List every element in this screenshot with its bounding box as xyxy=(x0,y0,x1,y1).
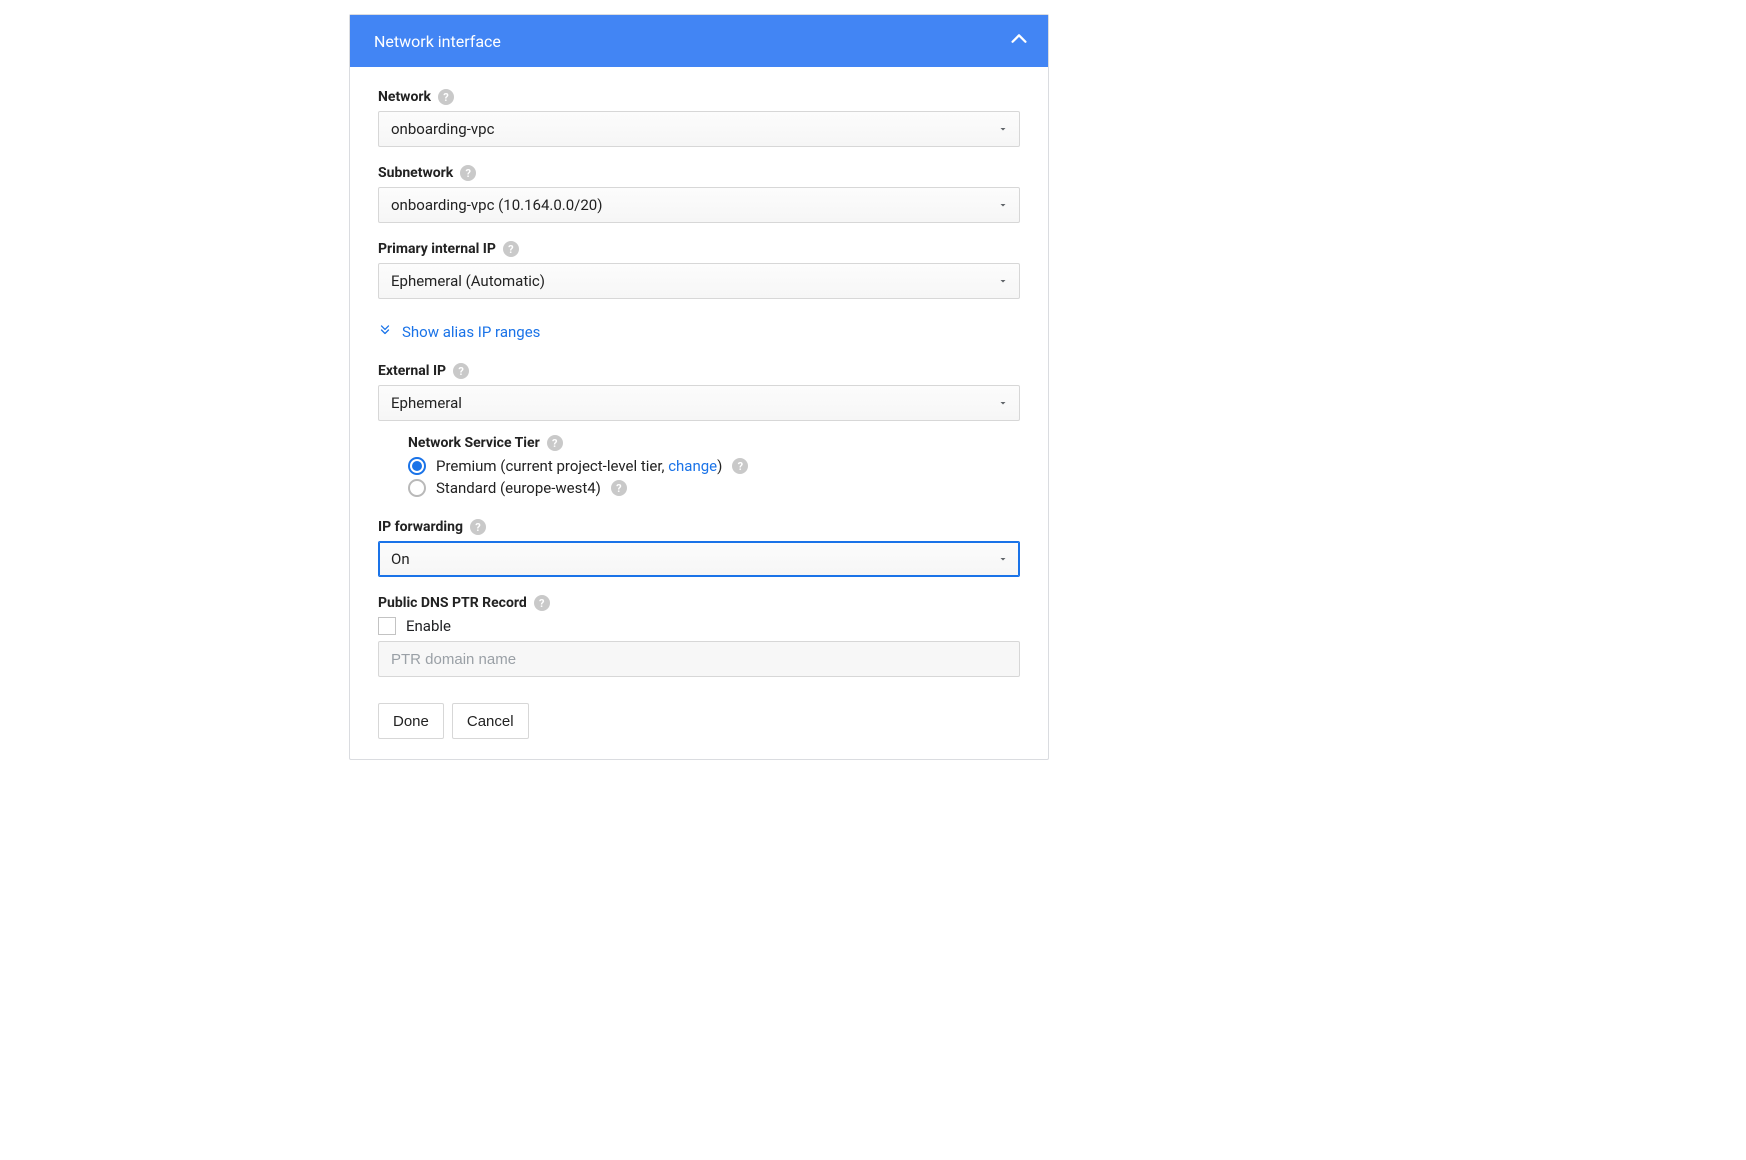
caret-down-icon xyxy=(997,553,1009,565)
show-alias-ip-ranges-label: Show alias IP ranges xyxy=(402,323,540,341)
show-alias-ip-ranges-link[interactable]: Show alias IP ranges xyxy=(378,323,540,341)
radio-checked-icon[interactable] xyxy=(408,457,426,475)
subnetwork-select-value: onboarding-vpc (10.164.0.0/20) xyxy=(391,196,602,214)
ptr-enable-label: Enable xyxy=(406,617,451,635)
ip-forwarding-field: IP forwarding ? On xyxy=(378,519,1020,577)
tier-standard-label: Standard (europe-west4) xyxy=(436,479,601,497)
help-icon[interactable]: ? xyxy=(732,458,748,474)
network-interface-panel: Network interface Network ? onboarding-v… xyxy=(349,14,1049,760)
ptr-record-field: Public DNS PTR Record ? Enable xyxy=(378,595,1020,677)
network-select-value: onboarding-vpc xyxy=(391,120,494,138)
ip-forwarding-value: On xyxy=(391,550,410,568)
caret-down-icon xyxy=(997,123,1009,135)
change-tier-link[interactable]: change xyxy=(668,457,717,475)
subnetwork-field: Subnetwork ? onboarding-vpc (10.164.0.0/… xyxy=(378,165,1020,223)
help-icon[interactable]: ? xyxy=(453,363,469,379)
primary-internal-ip-label: Primary internal IP xyxy=(378,241,496,257)
primary-internal-ip-select[interactable]: Ephemeral (Automatic) xyxy=(378,263,1020,299)
radio-unchecked-icon[interactable] xyxy=(408,479,426,497)
tier-premium-suffix: ) xyxy=(717,457,722,475)
chevron-up-icon xyxy=(1008,28,1030,54)
caret-down-icon xyxy=(997,199,1009,211)
primary-internal-ip-field: Primary internal IP ? Ephemeral (Automat… xyxy=(378,241,1020,299)
external-ip-label: External IP xyxy=(378,363,446,379)
caret-down-icon xyxy=(997,275,1009,287)
cancel-button[interactable]: Cancel xyxy=(452,703,529,739)
caret-down-icon xyxy=(997,397,1009,409)
network-select[interactable]: onboarding-vpc xyxy=(378,111,1020,147)
help-icon[interactable]: ? xyxy=(470,519,486,535)
external-ip-value: Ephemeral xyxy=(391,394,462,412)
done-button[interactable]: Done xyxy=(378,703,444,739)
double-chevron-down-icon xyxy=(378,323,392,341)
tier-premium-prefix: Premium (current project-level tier, xyxy=(436,457,668,475)
network-label: Network xyxy=(378,89,431,105)
ptr-enable-row[interactable]: Enable xyxy=(378,617,1020,635)
panel-title: Network interface xyxy=(374,32,501,51)
tier-premium-label: Premium (current project-level tier, cha… xyxy=(436,457,722,475)
network-service-tier-label: Network Service Tier xyxy=(408,435,540,451)
subnetwork-label: Subnetwork xyxy=(378,165,453,181)
subnetwork-select[interactable]: onboarding-vpc (10.164.0.0/20) xyxy=(378,187,1020,223)
help-icon[interactable]: ? xyxy=(438,89,454,105)
help-icon[interactable]: ? xyxy=(611,480,627,496)
ptr-domain-name-input[interactable] xyxy=(378,641,1020,677)
external-ip-field: External IP ? Ephemeral xyxy=(378,363,1020,421)
help-icon[interactable]: ? xyxy=(534,595,550,611)
external-ip-select[interactable]: Ephemeral xyxy=(378,385,1020,421)
panel-header[interactable]: Network interface xyxy=(350,15,1048,67)
tier-standard-row[interactable]: Standard (europe-west4) ? xyxy=(408,479,1020,497)
ip-forwarding-label: IP forwarding xyxy=(378,519,463,535)
network-field: Network ? onboarding-vpc xyxy=(378,89,1020,147)
checkbox-unchecked-icon[interactable] xyxy=(378,617,396,635)
network-service-tier-block: Network Service Tier ? Premium (current … xyxy=(378,435,1020,497)
help-icon[interactable]: ? xyxy=(503,241,519,257)
tier-premium-row[interactable]: Premium (current project-level tier, cha… xyxy=(408,457,1020,475)
ptr-record-label: Public DNS PTR Record xyxy=(378,595,527,611)
ip-forwarding-select[interactable]: On xyxy=(378,541,1020,577)
help-icon[interactable]: ? xyxy=(547,435,563,451)
primary-internal-ip-value: Ephemeral (Automatic) xyxy=(391,272,545,290)
help-icon[interactable]: ? xyxy=(460,165,476,181)
